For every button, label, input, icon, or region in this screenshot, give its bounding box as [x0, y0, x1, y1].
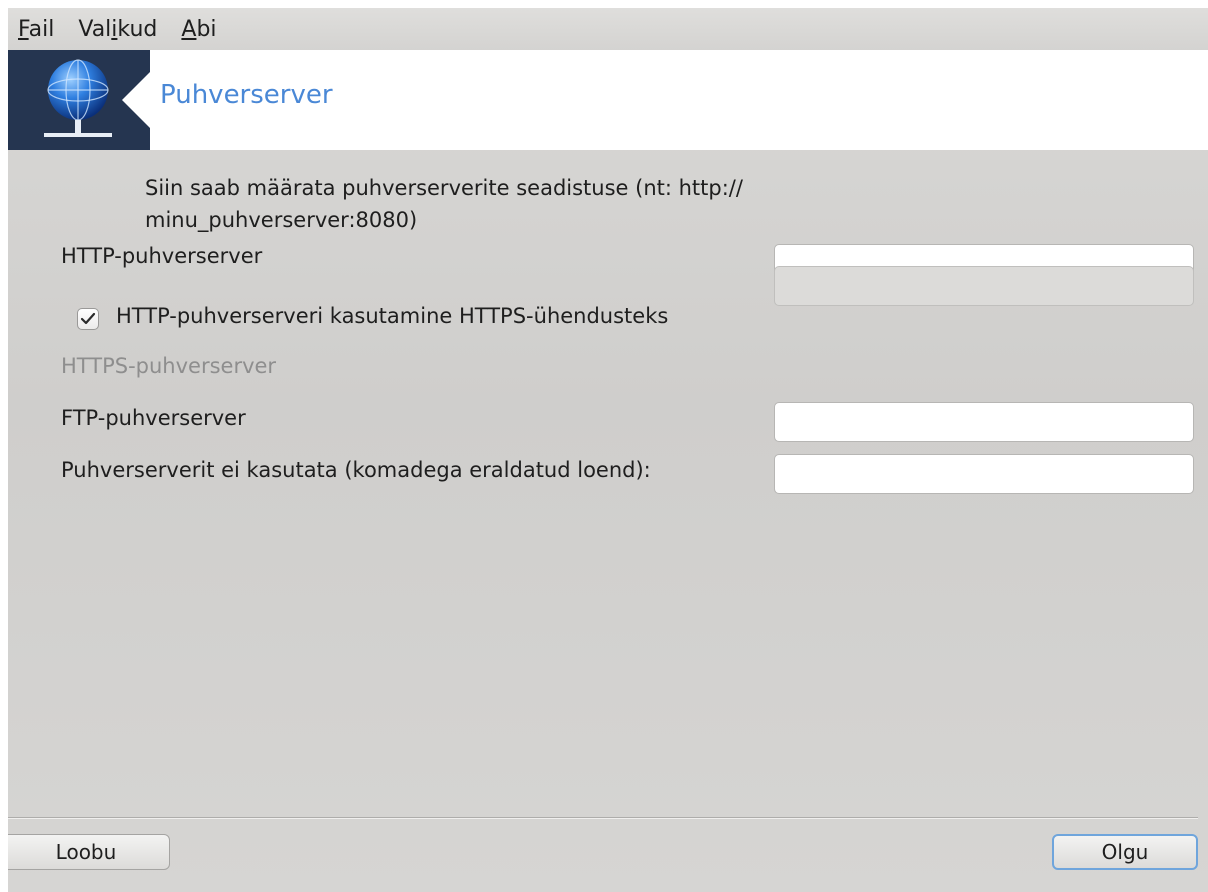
cancel-button[interactable]: Loobu — [8, 834, 170, 870]
network-globe-icon — [44, 59, 112, 137]
description-text: Siin saab määrata puhverserverite seadis… — [145, 176, 743, 232]
menu-file[interactable]: Fail — [18, 17, 54, 42]
menu-help[interactable]: Abi — [181, 17, 216, 42]
banner-notch — [122, 72, 150, 128]
https-proxy-input — [774, 266, 1194, 306]
no-proxy-input[interactable] — [774, 454, 1194, 494]
https-proxy-label: HTTPS-puhverserver — [61, 354, 277, 378]
menu-options[interactable]: Valikud — [78, 17, 157, 42]
use-http-for-https-label[interactable]: HTTP-puhverserveri kasutamine HTTPS-ühen… — [116, 304, 668, 328]
no-proxy-label: Puhverserverit ei kasutata (komadega era… — [61, 458, 651, 482]
use-http-for-https-checkbox[interactable] — [77, 308, 99, 330]
header-banner: Puhverserver — [8, 50, 1208, 150]
proxy-settings-window: Fail Valikud Abi Puhverserver Siin saab … — [8, 8, 1208, 892]
banner-icon-block — [8, 50, 150, 150]
checkmark-icon — [80, 312, 96, 325]
button-separator — [8, 817, 1198, 819]
ok-button[interactable]: Olgu — [1052, 834, 1198, 870]
ftp-proxy-label: FTP-puhverserver — [61, 406, 246, 430]
menu-bar: Fail Valikud Abi — [8, 8, 1208, 50]
http-proxy-label: HTTP-puhverserver — [61, 244, 263, 268]
ftp-proxy-input[interactable] — [774, 402, 1194, 442]
page-title: Puhverserver — [160, 80, 333, 110]
